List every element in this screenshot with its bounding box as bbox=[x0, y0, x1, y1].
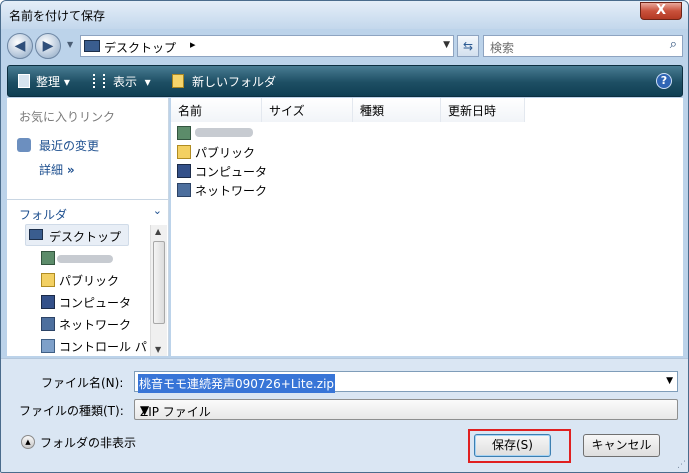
tree-item-user[interactable] bbox=[57, 255, 113, 263]
search-input[interactable]: 検索 ⌕ bbox=[483, 35, 683, 57]
details-label: 詳細 bbox=[39, 163, 64, 177]
back-arrow-icon: ◀ bbox=[14, 38, 26, 54]
tree-item-control-panel[interactable]: コントロール パ bbox=[59, 338, 149, 355]
tree-label-desktop: デスクトップ bbox=[49, 230, 122, 244]
control-panel-icon bbox=[41, 339, 55, 353]
filetype-label: ファイルの種類(T): bbox=[19, 404, 124, 418]
column-header-size[interactable]: サイズ bbox=[262, 98, 353, 122]
file-name bbox=[195, 128, 253, 137]
breadcrumb-arrow-icon[interactable]: ▸ bbox=[190, 38, 196, 51]
user-folder-icon bbox=[41, 251, 55, 265]
organize-label: 整理 bbox=[36, 75, 61, 89]
help-icon[interactable]: ? bbox=[656, 73, 672, 89]
views-icon bbox=[93, 74, 105, 88]
save-options-panel: ファイル名(N): 桃音モモ連続発声090726+Lite.zip ▼ ファイル… bbox=[1, 358, 688, 472]
collapse-up-icon: ▲ bbox=[21, 435, 35, 449]
new-folder-icon bbox=[172, 74, 184, 88]
recent-pages-dropdown[interactable]: ▼ bbox=[67, 40, 77, 50]
command-toolbar: 整理 ▾ 表示 ▾ 新しいフォルダ ? bbox=[7, 65, 683, 97]
chevron-down-icon: ⌄ bbox=[152, 204, 162, 217]
user-folder-icon bbox=[177, 126, 191, 140]
refresh-button[interactable]: ⇆ bbox=[457, 35, 479, 57]
hide-folders-label: フォルダの非表示 bbox=[40, 436, 137, 450]
tree-item-network[interactable]: ネットワーク bbox=[59, 316, 131, 333]
navigation-pane: お気に入りリンク 最近の変更 詳細 » フォルダ ⌄ デスクトップ パブリック … bbox=[7, 98, 169, 356]
favorites-heading: お気に入りリンク bbox=[19, 110, 116, 124]
cancel-button[interactable]: キャンセル bbox=[583, 434, 660, 457]
filename-value: 桃音モモ連続発声090726+Lite.zip bbox=[138, 374, 336, 393]
favorite-link-details[interactable]: 詳細 » bbox=[39, 161, 75, 178]
file-name: コンピュータ bbox=[195, 165, 268, 179]
search-placeholder: 検索 bbox=[490, 41, 515, 55]
navigation-bar: ◀ ▶ ▼ デスクトップ ▸ ▼ ⇆ 検索 ⌕ bbox=[7, 31, 683, 61]
column-header-modified[interactable]: 更新日時 bbox=[441, 98, 525, 122]
back-button[interactable]: ◀ bbox=[7, 33, 33, 59]
computer-icon bbox=[41, 295, 55, 309]
filename-field[interactable]: 桃音モモ連続発声090726+Lite.zip ▼ bbox=[134, 371, 678, 393]
filename-label: ファイル名(N): bbox=[41, 376, 124, 390]
address-bar[interactable]: デスクトップ ▸ ▼ bbox=[80, 35, 454, 57]
public-folder-icon bbox=[41, 273, 55, 287]
forward-arrow-icon: ▶ bbox=[42, 38, 54, 54]
column-header-type[interactable]: 種類 ▲ bbox=[353, 98, 441, 122]
network-icon bbox=[177, 183, 191, 197]
new-folder-button[interactable]: 新しいフォルダ bbox=[192, 73, 276, 90]
refresh-icon: ⇆ bbox=[462, 39, 474, 53]
close-button[interactable]: X bbox=[640, 2, 682, 20]
public-folder-icon bbox=[177, 145, 191, 159]
tree-item-computer[interactable]: コンピュータ bbox=[59, 294, 131, 311]
search-icon[interactable]: ⌕ bbox=[670, 37, 677, 52]
address-location: デスクトップ bbox=[104, 41, 177, 55]
window-title: 名前を付けて保存 bbox=[9, 9, 106, 23]
computer-icon bbox=[177, 164, 191, 178]
chevron-down-icon: ▼ bbox=[140, 403, 150, 417]
save-as-dialog: 名前を付けて保存 X ◀ ▶ ▼ デスクトップ ▸ ▼ ⇆ 検索 ⌕ 整理 ▾ … bbox=[0, 0, 689, 473]
organize-menu[interactable]: 整理 ▾ bbox=[36, 73, 70, 90]
scroll-up-icon[interactable]: ▲ bbox=[155, 227, 161, 236]
expand-chevron-icon: » bbox=[66, 163, 75, 177]
forward-button[interactable]: ▶ bbox=[35, 33, 61, 59]
views-label: 表示 bbox=[113, 75, 138, 89]
filetype-select[interactable]: ZIP ファイル ▼ bbox=[134, 399, 678, 420]
column-size-label: サイズ bbox=[269, 104, 305, 118]
recent-changes-icon bbox=[17, 138, 31, 152]
column-modified-label: 更新日時 bbox=[448, 104, 497, 118]
address-dropdown-icon[interactable]: ▼ bbox=[443, 40, 450, 50]
file-list: 名前 サイズ 種類 ▲ 更新日時 パブリック コンピュータ ネットワーク bbox=[171, 98, 683, 356]
folders-header[interactable]: フォルダ ⌄ bbox=[7, 199, 168, 223]
file-name: パブリック bbox=[195, 146, 256, 160]
scrollbar-thumb[interactable] bbox=[153, 241, 165, 324]
chevron-down-icon[interactable]: ▼ bbox=[666, 376, 673, 386]
column-header-name[interactable]: 名前 bbox=[171, 98, 262, 122]
sort-ascending-icon: ▲ bbox=[360, 102, 367, 111]
tree-scrollbar[interactable]: ▲ ▼ bbox=[150, 225, 167, 356]
desktop-icon bbox=[84, 40, 100, 52]
folders-heading: フォルダ bbox=[19, 208, 68, 222]
column-name-label: 名前 bbox=[178, 104, 203, 118]
views-menu[interactable]: 表示 ▾ bbox=[113, 73, 151, 90]
tree-item-public[interactable]: パブリック bbox=[59, 272, 119, 289]
network-icon bbox=[41, 317, 55, 331]
favorite-link-recent[interactable]: 最近の変更 bbox=[39, 137, 99, 154]
resize-grip-icon[interactable]: ⋰ bbox=[677, 460, 686, 470]
save-button[interactable]: 保存(S) bbox=[474, 434, 551, 457]
desktop-icon bbox=[29, 229, 43, 240]
organize-icon bbox=[18, 74, 30, 88]
file-name: ネットワーク bbox=[195, 184, 268, 198]
title-bar: 名前を付けて保存 X bbox=[1, 1, 688, 29]
scroll-down-icon[interactable]: ▼ bbox=[155, 345, 161, 354]
